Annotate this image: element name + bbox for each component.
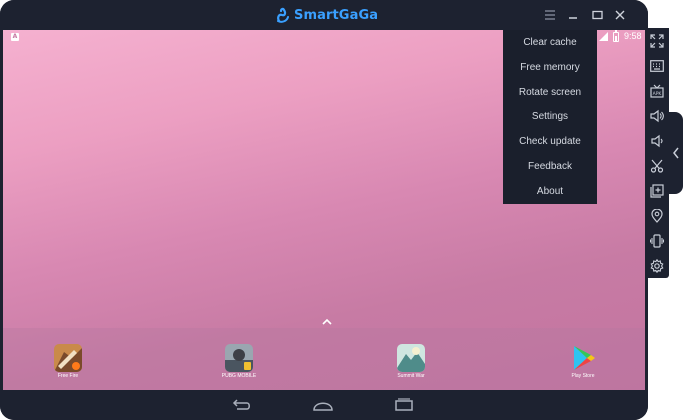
settings-dropdown-menu: Clear cache Free memory Rotate screen Se… — [503, 30, 597, 204]
emulator-window: SmartGaGa A 9:58 Free Fire PUBG MOBILE S… — [0, 0, 648, 420]
pubg-mobile-app-icon[interactable] — [225, 344, 253, 372]
volume-down-icon[interactable] — [649, 133, 665, 149]
app-label: Summit War — [397, 373, 425, 379]
dock-app-summit-war[interactable]: Summit War — [376, 344, 446, 379]
menu-item-about[interactable]: About — [503, 179, 597, 204]
menu-item-settings[interactable]: Settings — [503, 105, 597, 130]
menu-item-clear-cache[interactable]: Clear cache — [503, 30, 597, 55]
play-store-app-icon[interactable] — [569, 344, 597, 372]
tool-sidebar: APK — [645, 28, 669, 278]
sidebar-collapse-tab[interactable] — [669, 112, 683, 194]
android-nav-bar — [0, 390, 648, 420]
free-fire-app-icon[interactable] — [54, 344, 82, 372]
app-label: Free Fire — [57, 373, 79, 379]
dock-app-free-fire[interactable]: Free Fire — [33, 344, 103, 379]
home-icon[interactable] — [312, 397, 334, 413]
fullscreen-icon[interactable] — [649, 33, 665, 49]
screenshot-icon[interactable] — [649, 158, 665, 174]
svg-text:APK: APK — [653, 91, 663, 97]
app-label: PUBG MOBILE — [221, 373, 257, 379]
battery-icon — [613, 30, 619, 42]
location-icon[interactable] — [649, 208, 665, 224]
keyboard-icon[interactable] — [649, 58, 665, 74]
volume-up-icon[interactable] — [649, 108, 665, 124]
settings-gear-icon[interactable] — [649, 258, 665, 274]
dock-app-pubg-mobile[interactable]: PUBG MOBILE — [204, 344, 274, 379]
app-label: Play Store — [571, 373, 595, 379]
dock-app-play-store[interactable]: Play Store — [548, 344, 618, 379]
minimize-icon[interactable] — [566, 8, 580, 22]
recent-apps-icon[interactable] — [393, 397, 415, 413]
apk-install-icon[interactable]: APK — [649, 83, 665, 99]
title-bar[interactable]: SmartGaGa — [0, 0, 648, 30]
notification-icon: A — [11, 33, 19, 41]
status-time: 9:58 — [624, 31, 642, 41]
menu-item-free-memory[interactable]: Free memory — [503, 55, 597, 80]
maximize-icon[interactable] — [590, 8, 604, 22]
menu-item-feedback[interactable]: Feedback — [503, 154, 597, 179]
menu-item-rotate-screen[interactable]: Rotate screen — [503, 80, 597, 105]
summit-war-app-icon[interactable] — [397, 344, 425, 372]
brand-logo: SmartGaGa — [276, 6, 378, 24]
shake-icon[interactable] — [649, 233, 665, 249]
brand-name: SmartGaGa — [294, 7, 379, 23]
multi-instance-icon[interactable] — [649, 183, 665, 199]
close-icon[interactable] — [613, 8, 627, 22]
swan-logo-icon — [276, 7, 290, 23]
chevron-left-icon — [673, 147, 679, 159]
hamburger-menu-icon[interactable] — [543, 8, 557, 22]
signal-icon — [599, 32, 608, 41]
app-dock: Free Fire PUBG MOBILE Summit War Play St… — [3, 328, 645, 390]
back-icon[interactable] — [231, 397, 253, 413]
app-drawer-chevron-icon[interactable] — [321, 318, 333, 326]
menu-item-check-update[interactable]: Check update — [503, 129, 597, 154]
